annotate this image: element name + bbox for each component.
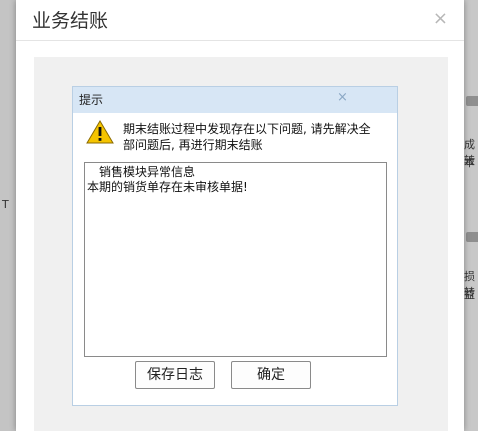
warning-icon	[86, 120, 114, 144]
background-app-left	[0, 0, 16, 431]
background-label-right: 转	[464, 154, 475, 167]
background-app-icon	[466, 96, 478, 106]
background-label-right: 转	[464, 286, 475, 299]
warning-message: 期末结账过程中发现存在以下问题, 请先解决全 部问题后, 再进行期末结账	[123, 121, 391, 153]
ok-button[interactable]: 确定	[231, 361, 311, 389]
message-line: 期末结账过程中发现存在以下问题, 请先解决全	[123, 122, 371, 136]
log-heading: 销售模块异常信息	[99, 165, 196, 179]
background-app-icon	[466, 232, 478, 242]
modal-title: 业务结账	[32, 10, 109, 32]
message-line: 部问题后, 再进行期末结账	[123, 138, 263, 152]
background-label-left: T	[2, 198, 9, 211]
prompt-dialog: 提示 × 期末结账过程中发现存在以下问题, 请先解决全 部问题后, 再进行期末结…	[72, 86, 398, 406]
dialog-titlebar: 提示 ×	[73, 87, 397, 113]
log-detail: 本期的销货单存在未审核单据!	[87, 180, 248, 194]
save-log-button[interactable]: 保存日志	[135, 361, 215, 389]
dialog-close-icon[interactable]: ×	[337, 90, 348, 106]
close-icon[interactable]: ×	[433, 9, 448, 29]
background-app-right	[464, 0, 478, 431]
dialog-title: 提示	[79, 93, 104, 107]
modal-header: 业务结账 ×	[16, 0, 464, 41]
error-log-textarea[interactable]: 销售模块异常信息 本期的销货单存在未审核单据!	[84, 162, 387, 357]
